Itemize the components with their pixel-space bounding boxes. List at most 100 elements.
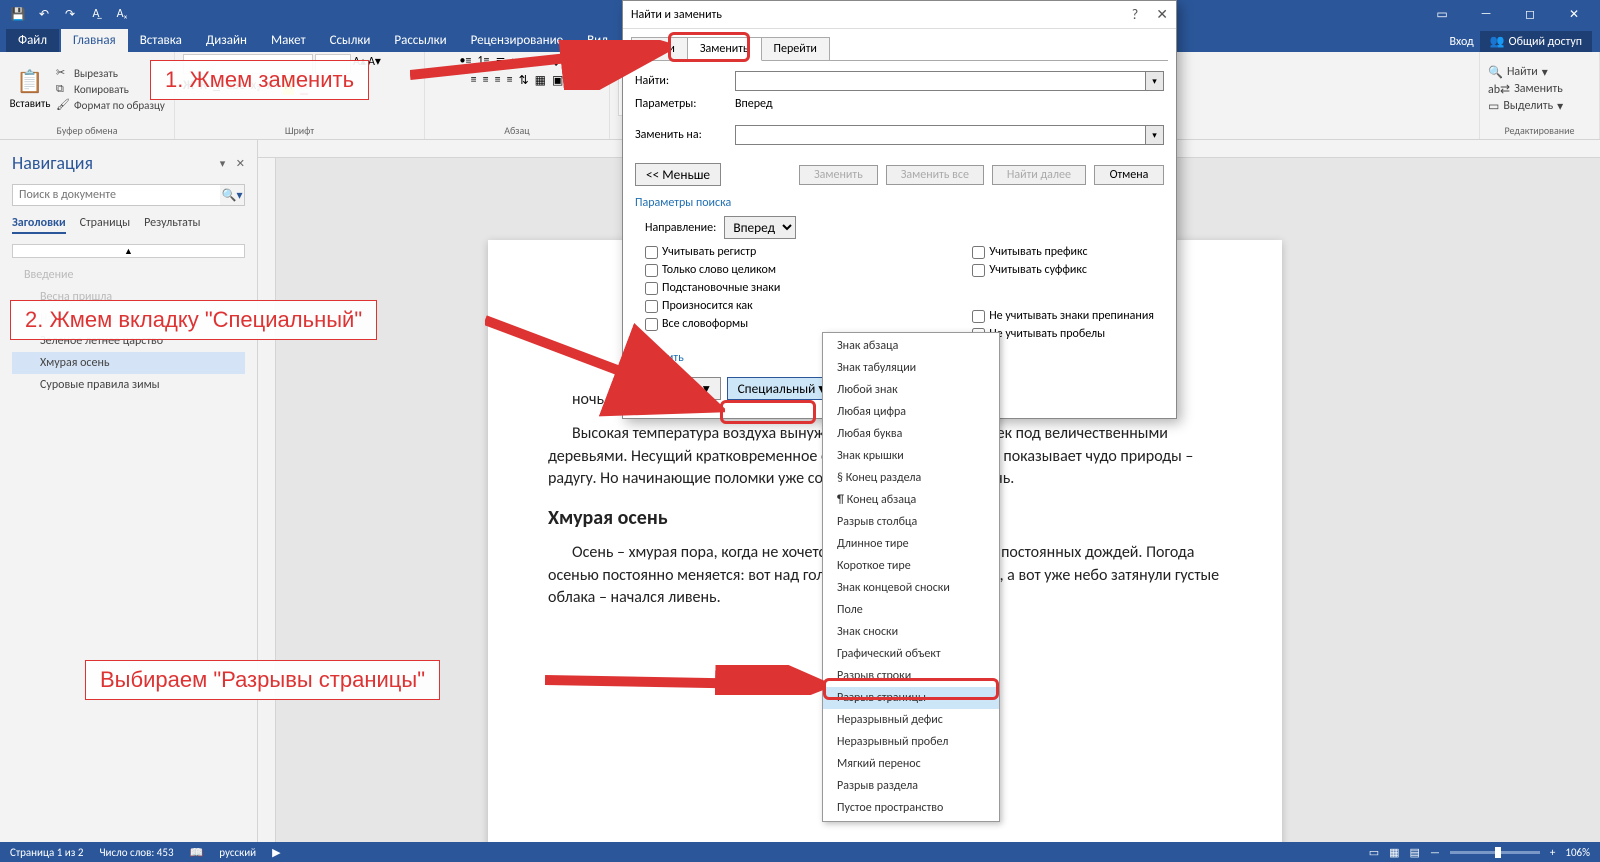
- tab-review[interactable]: Рецензирование: [459, 29, 575, 52]
- minimize-icon[interactable]: —: [1466, 3, 1506, 25]
- share-button[interactable]: 👥 Общий доступ: [1480, 31, 1592, 52]
- special-menu-item[interactable]: Неразрывный дефис: [823, 709, 999, 731]
- chevron-down-icon[interactable]: ▾: [1145, 72, 1163, 90]
- special-menu-item[interactable]: Графический объект: [823, 643, 999, 665]
- italic-button[interactable]: К: [200, 78, 207, 95]
- nav-collapse-bar[interactable]: ▲: [12, 244, 245, 258]
- search-option-checkbox[interactable]: Только слово целиком: [645, 263, 780, 277]
- tab-home[interactable]: Главная: [61, 29, 128, 52]
- spellcheck-icon[interactable]: 📖: [190, 846, 204, 859]
- checkbox[interactable]: [645, 318, 658, 331]
- signin-link[interactable]: Вход: [1449, 35, 1473, 49]
- dialog-tab-find[interactable]: Найти: [631, 37, 687, 61]
- clear-format-icon[interactable]: Aₓ: [110, 3, 134, 25]
- search-option-checkbox[interactable]: Учитывать регистр: [645, 245, 780, 259]
- align-center-icon[interactable]: ≡: [483, 73, 489, 88]
- multilevel-list-icon[interactable]: ≣: [495, 54, 505, 69]
- checkbox[interactable]: [645, 282, 658, 295]
- grow-font-icon[interactable]: A▴: [353, 54, 366, 74]
- cut-button[interactable]: ✂Вырезать: [56, 66, 165, 80]
- checkbox[interactable]: [645, 246, 658, 259]
- nav-heading-item[interactable]: Весна пришла: [12, 286, 245, 308]
- close-icon[interactable]: ✕: [1554, 3, 1594, 25]
- view-web-icon[interactable]: ▤: [1410, 846, 1420, 859]
- special-menu-item[interactable]: Поле: [823, 599, 999, 621]
- shrink-font-icon[interactable]: A▾: [368, 54, 381, 74]
- highlight-button[interactable]: A: [283, 78, 295, 95]
- align-right-icon[interactable]: ≡: [495, 73, 501, 88]
- nav-heading-item[interactable]: Хмурая осень: [12, 352, 245, 374]
- paste-button[interactable]: 📋 Вставить: [8, 68, 52, 110]
- nav-heading-item[interactable]: Зеленое летнее царство: [12, 330, 245, 352]
- special-menu-item[interactable]: Любой знак: [823, 379, 999, 401]
- special-menu-item[interactable]: Мягкий перенос: [823, 753, 999, 775]
- search-option-checkbox[interactable]: Все словоформы: [645, 317, 780, 331]
- replace-input[interactable]: ▾: [735, 125, 1164, 145]
- sort-icon[interactable]: A↓: [544, 54, 562, 69]
- status-language[interactable]: русский: [219, 846, 256, 859]
- superscript-button[interactable]: x²: [267, 78, 277, 95]
- nav-heading-item[interactable]: Наступила оттепель: [12, 308, 245, 330]
- save-icon[interactable]: 💾: [6, 3, 30, 25]
- replace-all-button[interactable]: Заменить все: [886, 165, 984, 185]
- find-button[interactable]: 🔍Найти ▾: [1488, 65, 1563, 80]
- special-menu-item[interactable]: Знак крышки: [823, 445, 999, 467]
- font-size-select[interactable]: [315, 54, 351, 74]
- tab-insert[interactable]: Вставка: [128, 29, 194, 52]
- replace-button[interactable]: Заменить: [799, 165, 878, 185]
- checkbox[interactable]: [645, 300, 658, 313]
- tab-view[interactable]: Вид: [575, 29, 620, 52]
- cancel-button[interactable]: Отмена: [1094, 165, 1164, 185]
- search-option-checkbox[interactable]: Подстановочные знаки: [645, 281, 780, 295]
- indent-inc-icon[interactable]: ⇥: [528, 54, 538, 69]
- special-menu-item[interactable]: Знак табуляции: [823, 357, 999, 379]
- select-button[interactable]: ▭Выделить ▾: [1488, 99, 1563, 114]
- checkbox[interactable]: [972, 264, 985, 277]
- search-option-checkbox[interactable]: Не учитывать знаки препинания: [972, 309, 1154, 323]
- macro-icon[interactable]: ▶: [272, 846, 280, 859]
- zoom-out-icon[interactable]: —: [1430, 846, 1440, 859]
- justify-icon[interactable]: ≡: [507, 73, 513, 88]
- undo-icon[interactable]: ↶: [32, 3, 56, 25]
- dialog-help-icon[interactable]: ?: [1132, 6, 1139, 23]
- status-words[interactable]: Число слов: 453: [99, 846, 173, 859]
- font-color-button[interactable]: A: [300, 78, 308, 95]
- tab-file[interactable]: Файл: [6, 29, 59, 52]
- zoom-in-icon[interactable]: +: [1550, 846, 1555, 859]
- underline-button[interactable]: Ч: [213, 78, 220, 95]
- borders-icon[interactable]: ▣: [552, 73, 563, 88]
- search-icon[interactable]: 🔍▾: [220, 185, 244, 205]
- strike-button[interactable]: abc: [226, 78, 245, 95]
- special-menu-item[interactable]: Длинное тире: [823, 533, 999, 555]
- nav-dropdown-icon[interactable]: ▾: [220, 157, 226, 170]
- dialog-tab-replace[interactable]: Заменить: [687, 37, 762, 61]
- nav-heading-item[interactable]: Суровые правила зимы: [12, 374, 245, 396]
- checkbox[interactable]: [645, 264, 658, 277]
- nav-heading-item[interactable]: Введение: [12, 264, 245, 286]
- special-menu-item[interactable]: Короткое тире: [823, 555, 999, 577]
- search-option-checkbox[interactable]: Учитывать суффикс: [972, 263, 1154, 277]
- direction-select[interactable]: Вперед: [724, 216, 796, 239]
- search-option-checkbox[interactable]: Произносится как: [645, 299, 780, 313]
- special-menu-item[interactable]: § Конец раздела: [823, 467, 999, 489]
- ribbon-options-icon[interactable]: ▭: [1422, 3, 1462, 25]
- chevron-down-icon[interactable]: ▾: [1145, 126, 1163, 144]
- search-option-checkbox[interactable]: Учитывать префикс: [972, 245, 1154, 259]
- special-menu-item[interactable]: Неразрывный пробел: [823, 731, 999, 753]
- zoom-level[interactable]: 106%: [1565, 846, 1590, 859]
- tab-mailings[interactable]: Рассылки: [382, 29, 458, 52]
- checkbox[interactable]: [972, 246, 985, 259]
- redo-icon[interactable]: ↷: [58, 3, 82, 25]
- special-menu-item[interactable]: Любая буква: [823, 423, 999, 445]
- shading-icon[interactable]: ▦: [535, 73, 546, 88]
- special-menu-item[interactable]: Разрыв раздела: [823, 775, 999, 797]
- tab-layout[interactable]: Макет: [259, 29, 318, 52]
- special-menu-item[interactable]: Знак сноски: [823, 621, 999, 643]
- view-print-icon[interactable]: ▦: [1389, 846, 1399, 859]
- replace-button[interactable]: ab⇄Заменить: [1488, 82, 1563, 97]
- checkbox[interactable]: [972, 310, 985, 323]
- tab-design[interactable]: Дизайн: [194, 29, 259, 52]
- dialog-tab-goto[interactable]: Перейти: [762, 37, 830, 61]
- show-marks-icon[interactable]: ¶: [567, 54, 574, 69]
- tab-references[interactable]: Ссылки: [318, 29, 383, 52]
